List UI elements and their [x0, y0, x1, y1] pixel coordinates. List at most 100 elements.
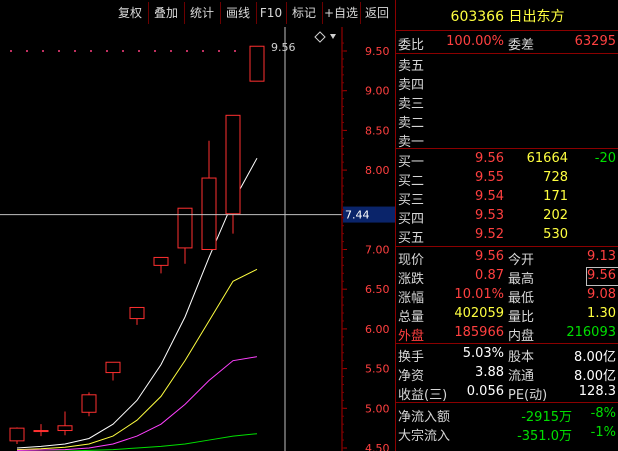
- flow-label: 大宗流入: [398, 429, 451, 444]
- bid-price: 9.54: [475, 189, 504, 204]
- statistics-button[interactable]: 统计: [184, 2, 221, 24]
- bid-price: 9.53: [475, 208, 504, 223]
- price-axis: 9.50 9.00 8.50 8.00 7.00 6.50 6.00 5.50 5.00 4.50: [341, 27, 390, 451]
- grid-dot: [26, 50, 28, 52]
- grid-dot: [234, 50, 236, 52]
- price-tick-label: 6.50: [365, 283, 390, 296]
- high-price-label: 9.56: [271, 41, 296, 54]
- stat-label: 股本: [508, 350, 535, 365]
- candle-body: [57, 425, 73, 432]
- quote-label: 最低: [508, 291, 535, 306]
- price-tick-label: 8.50: [365, 124, 390, 137]
- grid-dot: [90, 50, 92, 52]
- bid-price: 9.56: [475, 151, 504, 166]
- overlay-button[interactable]: 叠加: [148, 2, 185, 24]
- grid-dot: [58, 50, 60, 52]
- chart-toolbar: 复权 叠加 统计 画线 F10 标记 +自选 返回: [0, 0, 395, 27]
- order-ratio-value: 100.00%: [446, 34, 504, 49]
- quote-label: 现价: [398, 253, 425, 268]
- grid-dot: [122, 50, 124, 52]
- candle-body: [9, 427, 25, 442]
- stat-value: 8.00亿: [574, 369, 616, 384]
- quote-label: 量比: [508, 310, 535, 325]
- quote-label: 内盘: [508, 329, 535, 344]
- mark-button[interactable]: 标记: [286, 2, 323, 24]
- bid-level-label: 买四: [398, 212, 425, 227]
- price-tick-label: 5.00: [365, 402, 390, 415]
- price-tick-label: 9.00: [365, 85, 390, 98]
- quote-value: 10.01%: [454, 287, 504, 302]
- ma-line-0: [16, 157, 258, 449]
- bid-level-label: 买一: [398, 155, 425, 170]
- grid-dot: [74, 50, 76, 52]
- bid-volume: 728: [543, 170, 568, 185]
- stat-value: 0.056: [466, 384, 504, 399]
- price-tick-label: 6.00: [365, 323, 390, 336]
- stat-label: 净资: [398, 369, 425, 384]
- ask-level-label: 卖五: [398, 59, 425, 74]
- order-diff-label: 委差: [508, 38, 535, 53]
- draw-line-button[interactable]: 画线: [220, 2, 257, 24]
- flow-percent: -1%: [590, 425, 616, 440]
- triangle-down-icon: [330, 34, 336, 39]
- grid-dot: [154, 50, 156, 52]
- stat-label: 流通: [508, 369, 535, 384]
- candlestick-chart[interactable]: 7.44 9.56 9.50 9.00 8.50 8.00 7.00 6.50 6.00 5.5…: [0, 27, 395, 451]
- grid-dot: [202, 50, 204, 52]
- restore-rights-button[interactable]: 复权: [112, 2, 149, 24]
- stat-value: 8.00亿: [574, 350, 616, 365]
- price-tick-label: 8.00: [365, 164, 390, 177]
- price-tick-label: 9.50: [365, 45, 390, 58]
- quote-label: 涨跌: [398, 272, 425, 287]
- quote-label: 今开: [508, 253, 535, 268]
- quote-value: 9.08: [587, 287, 616, 302]
- bid-volume: 530: [543, 227, 568, 242]
- candle-body: [225, 114, 241, 215]
- bid-volume: 171: [543, 189, 568, 204]
- stat-value: 5.03%: [462, 346, 504, 361]
- stock-code: 603366: [450, 9, 504, 25]
- grid-dot: [218, 50, 220, 52]
- candle-body: [81, 394, 97, 413]
- candle-body: [129, 306, 145, 320]
- quote-value: 402059: [454, 306, 504, 321]
- bid-price: 9.55: [475, 170, 504, 185]
- bid-change: -20: [594, 151, 616, 166]
- quote-label: 最高: [508, 272, 535, 287]
- bid-level-label: 买二: [398, 174, 425, 189]
- ask-level-label: 卖三: [398, 97, 425, 112]
- grid-dot: [138, 50, 140, 52]
- f10-button[interactable]: F10: [256, 2, 287, 24]
- bid-level-label: 买五: [398, 231, 425, 246]
- quote-value: 0.87: [475, 268, 504, 283]
- quote-label: 总量: [398, 310, 425, 325]
- quote-value: 9.13: [587, 249, 616, 264]
- bid-volume: 61664: [526, 151, 568, 166]
- ask-level-label: 卖二: [398, 116, 425, 131]
- high-price-highlight: [586, 267, 618, 286]
- stat-value: 128.3: [578, 384, 616, 399]
- back-button[interactable]: 返回: [360, 2, 394, 24]
- quote-value: 185966: [454, 325, 504, 340]
- cursor-price-label: 7.44: [345, 209, 370, 222]
- candle-body: [33, 430, 49, 433]
- price-tick-label: 5.50: [365, 363, 390, 376]
- stat-label: 换手: [398, 350, 425, 365]
- moving-average-lines: [16, 157, 258, 451]
- grid-dot: [186, 50, 188, 52]
- grid-dot: [42, 50, 44, 52]
- crosshair: 7.44 9.56: [0, 27, 395, 451]
- grid-dot: [170, 50, 172, 52]
- candles: [9, 45, 265, 445]
- flow-percent: -8%: [590, 406, 616, 421]
- flow-amount: -2915万: [521, 410, 572, 425]
- quote-label: 外盘: [398, 329, 425, 344]
- candle-body: [105, 361, 121, 374]
- quote-value: 9.56: [475, 249, 504, 264]
- flow-amount: -351.0万: [517, 429, 572, 444]
- price-tick-label: 4.50: [365, 442, 390, 451]
- price-tick-label: 7.00: [365, 244, 390, 257]
- ma-line-2: [16, 356, 258, 451]
- add-favorite-button[interactable]: +自选: [322, 2, 361, 24]
- candle-body: [249, 45, 265, 82]
